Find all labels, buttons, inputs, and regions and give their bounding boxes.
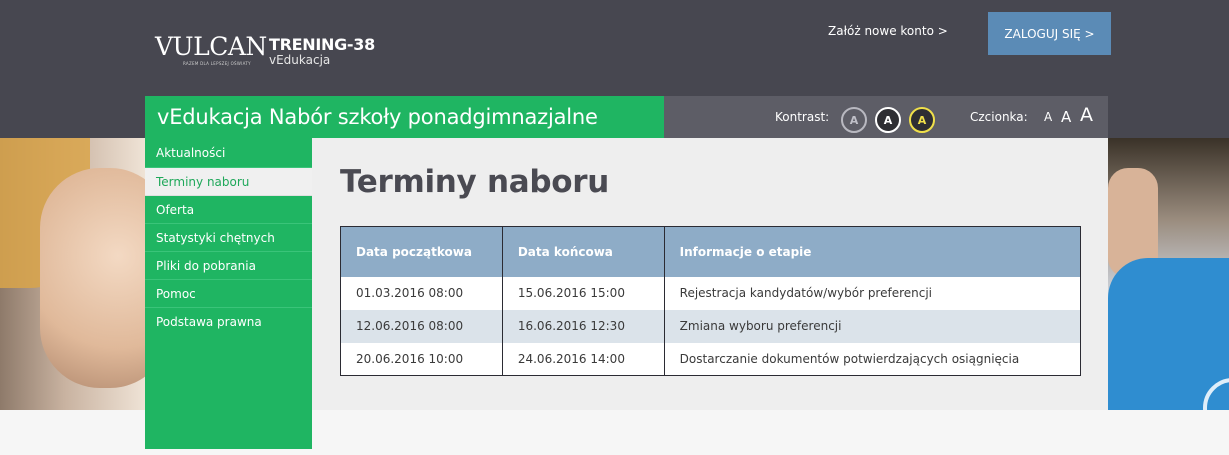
contrast-yellow-button[interactable]: A xyxy=(909,107,935,133)
hero-photo-right xyxy=(1108,138,1229,410)
logo-wordmark: VULCAN xyxy=(155,32,267,61)
app-title: TRENING-38 xyxy=(269,35,375,54)
sidebar-item-pomoc[interactable]: Pomoc xyxy=(145,280,312,308)
sidebar-item-terminy-naboru[interactable]: Terminy naboru xyxy=(145,168,312,196)
table-row: 20.06.2016 10:00 24.06.2016 14:00 Dostar… xyxy=(340,342,1082,376)
font-size-medium-button[interactable]: A xyxy=(1061,108,1071,126)
page-title: Terminy naboru xyxy=(340,164,609,200)
font-size-large-button[interactable]: A xyxy=(1080,104,1093,126)
column-header-stage-info: Informacje o etapie xyxy=(664,226,1082,277)
logo-tagline: RAZEM DLA LEPSZEJ OŚWIATY xyxy=(183,61,251,66)
cell-start-date: 12.06.2016 08:00 xyxy=(340,309,503,343)
cell-end-date: 16.06.2016 12:30 xyxy=(502,309,665,343)
cell-stage-info: Rejestracja kandydatów/wybór preferencji xyxy=(664,276,1082,310)
table-row: 12.06.2016 08:00 16.06.2016 12:30 Zmiana… xyxy=(340,309,1082,343)
sidebar-item-podstawa-prawna[interactable]: Podstawa prawna xyxy=(145,308,312,336)
login-button[interactable]: ZALOGUJ SIĘ > xyxy=(988,12,1111,55)
terms-table: Data początkowa Data końcowa Informacje … xyxy=(340,226,1082,376)
contrast-label: Kontrast: xyxy=(775,110,830,124)
cell-end-date: 15.06.2016 15:00 xyxy=(502,276,665,310)
table-row: 01.03.2016 08:00 15.06.2016 15:00 Rejest… xyxy=(340,276,1082,310)
sidebar-item-oferta[interactable]: Oferta xyxy=(145,196,312,224)
font-size-small-button[interactable]: A xyxy=(1044,110,1052,124)
new-account-link[interactable]: Załóż nowe konto > xyxy=(828,24,948,38)
module-title: vEdukacja Nabór szkoły ponadgimnazjalne xyxy=(145,96,664,138)
cell-stage-info: Dostarczanie dokumentów potwierdzających… xyxy=(664,342,1082,376)
cell-end-date: 24.06.2016 14:00 xyxy=(502,342,665,376)
cell-start-date: 01.03.2016 08:00 xyxy=(340,276,503,310)
vulcan-logo[interactable]: VULCAN RAZEM DLA LEPSZEJ OŚWIATY xyxy=(155,32,267,72)
hero-photo-left xyxy=(0,138,170,410)
contrast-white-button[interactable]: A xyxy=(875,107,901,133)
cell-start-date: 20.06.2016 10:00 xyxy=(340,342,503,376)
app-subtitle: vEdukacja xyxy=(269,53,331,67)
sidebar-item-statystyki[interactable]: Statystyki chętnych xyxy=(145,224,312,252)
font-size-label: Czcionka: xyxy=(970,110,1028,124)
column-header-end-date: Data końcowa xyxy=(502,226,665,277)
column-header-start-date: Data początkowa xyxy=(340,226,503,277)
sidebar-item-pliki[interactable]: Pliki do pobrania xyxy=(145,252,312,280)
sidebar-item-aktualnosci[interactable]: Aktualności xyxy=(145,138,312,168)
table-header-row: Data początkowa Data końcowa Informacje … xyxy=(340,226,1082,277)
contrast-default-button[interactable]: A xyxy=(841,107,867,133)
cell-stage-info: Zmiana wyboru preferencji xyxy=(664,309,1082,343)
sidebar-menu: Aktualności Terminy naboru Oferta Statys… xyxy=(145,138,312,449)
